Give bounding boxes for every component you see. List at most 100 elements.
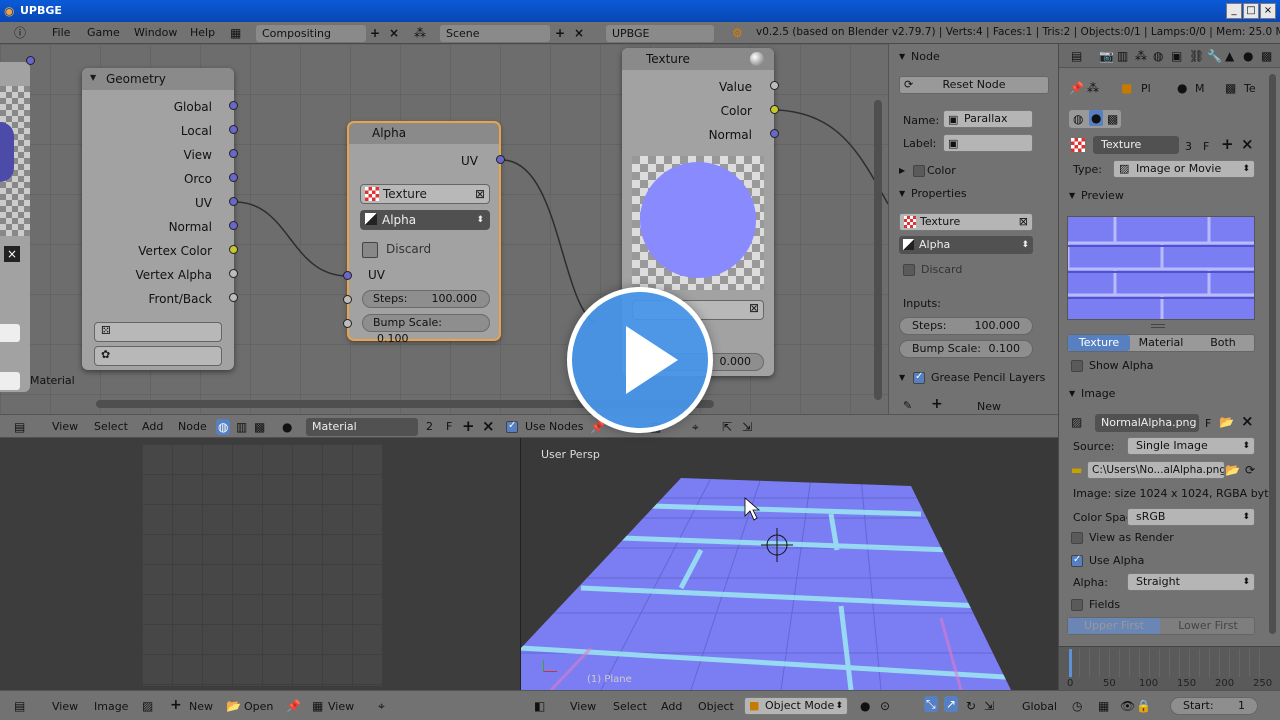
grease-add-icon[interactable]: +	[931, 396, 943, 412]
alpha-steps-slider[interactable]: Steps: 100.000	[362, 290, 490, 308]
alpha-socket-uv-in[interactable]	[343, 271, 352, 280]
ie-menu-image[interactable]: Image	[94, 700, 128, 713]
rotate-manipulator-icon[interactable]: ↻	[966, 698, 976, 714]
texture-type-dropdown[interactable]: ▨ Image or Movie	[1113, 160, 1255, 178]
material-users-count[interactable]: 2	[426, 420, 433, 433]
node-name-field[interactable]: ▣ Parallax	[943, 110, 1033, 128]
timeline-marker-icon[interactable]: 👁	[1120, 698, 1135, 714]
geometry-socket-front-back[interactable]	[229, 293, 238, 302]
alpha-texture-field[interactable]: Texture ⊠	[360, 184, 490, 204]
delete-screen-icon[interactable]: ×	[389, 25, 399, 41]
screen-layout-icon[interactable]: ▦	[230, 25, 241, 41]
partial-material-node[interactable]: ×	[0, 62, 30, 392]
alpha-bump-slider[interactable]: Bump Scale: 0.100	[362, 314, 490, 345]
texture-socket-color[interactable]	[770, 105, 779, 114]
unlink-image-icon[interactable]: ×	[1241, 412, 1254, 430]
image-filepath-field[interactable]: C:\Users\No...alAlpha.png	[1087, 461, 1225, 479]
geometry-node[interactable]: Geometry ▼ Global Local View Orco UV Nor…	[82, 68, 234, 370]
panel-clear-texture-icon[interactable]: ⊠	[1019, 214, 1028, 230]
open-image-icon[interactable]: 📂	[1219, 414, 1234, 430]
geometry-socket-vertex-color[interactable]	[229, 245, 238, 254]
alpha-socket-uv-out[interactable]	[496, 155, 505, 164]
scene-icon[interactable]: ⁂	[414, 25, 426, 41]
alpha-socket-bump[interactable]	[343, 319, 352, 328]
image-source-dropdown[interactable]: Single Image	[1127, 437, 1255, 455]
image-editor[interactable]	[0, 438, 520, 690]
image-section-header[interactable]: Image	[1059, 384, 1229, 404]
breadcrumb-texture[interactable]: Te	[1244, 82, 1256, 95]
ie-menu-view[interactable]: View	[52, 700, 78, 713]
object-tab-icon[interactable]: ▣	[1171, 48, 1182, 64]
video-play-button[interactable]	[567, 287, 713, 433]
properties-editor-type-icon[interactable]: ▤	[1071, 48, 1082, 64]
texture-users-count[interactable]: 3	[1185, 140, 1192, 153]
material-fake-user[interactable]: F	[446, 420, 452, 433]
paste-nodes-icon[interactable]: ⇲	[742, 419, 752, 435]
alpha-dropdown[interactable]: Alpha ⬍	[360, 210, 490, 230]
ie-view-dropdown[interactable]: View	[328, 700, 354, 713]
snap-icon[interactable]: ⌖	[692, 419, 699, 435]
texture-name-field[interactable]: Texture	[1093, 136, 1179, 154]
menu-help[interactable]: Help	[190, 26, 215, 39]
modifiers-tab-icon[interactable]: 🔧	[1207, 48, 1222, 64]
field-order-lower-first[interactable]: Lower First	[1162, 618, 1254, 634]
world-texture-icon[interactable]: ◍	[1073, 111, 1083, 127]
show-alpha-checkbox[interactable]	[1071, 360, 1083, 372]
color-section-checkbox[interactable]	[913, 165, 925, 177]
material-tab-icon[interactable]: ●	[1243, 48, 1253, 64]
geometry-socket-view[interactable]	[229, 149, 238, 158]
preview-tab-texture[interactable]: Texture	[1068, 335, 1130, 351]
grease-pencil-checkbox[interactable]	[913, 371, 925, 384]
timeline-playhead[interactable]	[1069, 649, 1072, 677]
fields-checkbox[interactable]	[1071, 599, 1083, 611]
texture-tab-icon[interactable]: ▩	[1261, 48, 1272, 64]
alpha-node[interactable]: Alpha UV Texture ⊠ Alpha ⬍ Discard UV St…	[347, 121, 501, 345]
partial-input-1[interactable]	[0, 324, 20, 342]
render-engine-dropdown[interactable]: UPBGE	[606, 25, 714, 42]
properties-scrollbar[interactable]	[1269, 74, 1276, 634]
image-name-field[interactable]: NormalAlpha.png	[1095, 414, 1199, 432]
image-datablock-icon[interactable]: ▨	[1071, 414, 1082, 430]
geometry-socket-orco[interactable]	[229, 173, 238, 182]
new-image-button[interactable]: New	[189, 700, 213, 713]
material-texture-icon[interactable]: ●	[1089, 110, 1104, 126]
scene-tab-icon[interactable]: ⁂	[1135, 48, 1147, 64]
clear-texture-icon[interactable]: ⊠	[475, 185, 485, 203]
ne-menu-add[interactable]: Add	[142, 420, 163, 433]
manipulator-icon[interactable]: ⤡	[924, 696, 938, 712]
node-editor-canvas[interactable]: × Material Geometry ▼ Global Local View …	[0, 44, 888, 414]
viewport-editor-type-icon[interactable]: ◧	[534, 698, 545, 714]
render-tab-icon[interactable]: 📷	[1099, 48, 1114, 64]
clear-texture-node-icon[interactable]: ⊠	[749, 301, 759, 315]
image-editor-type-icon[interactable]: ▤	[14, 698, 25, 714]
menu-window[interactable]: Window	[134, 26, 177, 39]
partial-input-2[interactable]	[0, 372, 20, 390]
preview-tab-material[interactable]: Material	[1130, 335, 1192, 351]
ne-menu-node[interactable]: Node	[178, 420, 207, 433]
preview-section-header[interactable]: Preview	[1059, 186, 1229, 206]
panel-alpha-dropdown[interactable]: Alpha ⬍	[899, 236, 1033, 254]
interaction-mode-dropdown[interactable]: ■ Object Mode	[744, 697, 848, 715]
preview-tab-both[interactable]: Both	[1192, 335, 1254, 351]
geometry-socket-local[interactable]	[229, 125, 238, 134]
geometry-uv-map-field[interactable]: ⚄	[94, 322, 222, 342]
timeline-editor-type-icon[interactable]: ◷	[1072, 698, 1082, 714]
alpha-discard-checkbox[interactable]	[362, 242, 378, 258]
reset-node-button[interactable]: ⟳ Reset Node	[899, 76, 1049, 94]
material-name-field[interactable]: Material	[306, 418, 418, 436]
unlink-texture-icon[interactable]: ×	[1241, 135, 1254, 153]
geometry-socket-global[interactable]	[229, 101, 238, 110]
vp-menu-object[interactable]: Object	[698, 700, 734, 713]
timeline-lock-icon[interactable]: 🔒	[1136, 698, 1151, 714]
add-screen-icon[interactable]: +	[370, 25, 380, 41]
browse-image-icon[interactable]: ▨	[142, 698, 153, 714]
image-fake-user[interactable]: F	[1205, 417, 1211, 430]
add-scene-icon[interactable]: +	[555, 25, 565, 41]
browse-file-icon[interactable]: 📂	[1225, 462, 1240, 478]
delete-scene-icon[interactable]: ×	[574, 25, 584, 41]
vp-menu-view[interactable]: View	[570, 700, 596, 713]
close-window-button[interactable]: ×	[1260, 3, 1276, 19]
ne-menu-view[interactable]: View	[52, 420, 78, 433]
alpha-mode-dropdown[interactable]: Straight	[1127, 573, 1255, 591]
reload-image-icon[interactable]: ⟳	[1245, 462, 1255, 478]
